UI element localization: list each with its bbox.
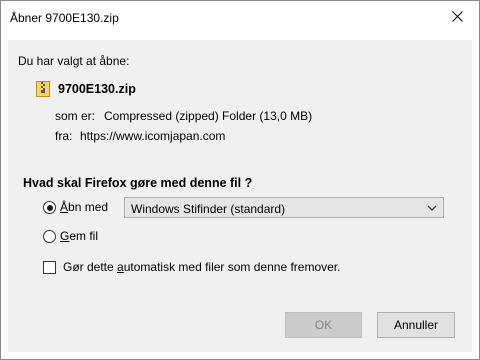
chevron-down-icon xyxy=(427,205,437,211)
file-type-value: Compressed (zipped) Folder (13,0 MB) xyxy=(104,109,313,123)
open-with-radio[interactable] xyxy=(43,201,56,214)
ok-button-label: OK xyxy=(314,318,333,332)
open-with-app-value: Windows Stifinder (standard) xyxy=(131,202,286,216)
auto-action-checkbox[interactable] xyxy=(43,261,56,274)
file-name: 9700E130.zip xyxy=(58,82,136,96)
window-title: Åbner 9700E130.zip xyxy=(10,11,119,25)
cancel-button[interactable]: Annuller xyxy=(377,312,455,338)
file-type-label: som er: xyxy=(55,109,96,123)
intro-text: Du har valgt at åbne: xyxy=(18,54,130,68)
open-with-label[interactable]: Åbn med xyxy=(60,200,108,214)
auto-action-label[interactable]: Gør dette automatisk med filer som denne… xyxy=(63,260,340,274)
zip-file-icon xyxy=(36,81,50,97)
cancel-button-label: Annuller xyxy=(393,318,439,332)
download-dialog: Åbner 9700E130.zip Du har valgt at åbne:… xyxy=(0,0,480,360)
save-file-radio[interactable] xyxy=(43,230,56,243)
ok-button[interactable]: OK xyxy=(285,312,362,338)
close-icon xyxy=(451,10,463,22)
action-question: Hvad skal Firefox gøre med denne fil ? xyxy=(23,176,253,190)
close-button[interactable] xyxy=(435,1,479,31)
file-source-label: fra: xyxy=(55,129,73,143)
open-with-app-dropdown[interactable]: Windows Stifinder (standard) xyxy=(124,197,444,218)
save-file-label[interactable]: Gem fil xyxy=(60,229,98,243)
file-source-value: https://www.icomjapan.com xyxy=(80,129,226,143)
title-bar[interactable]: Åbner 9700E130.zip xyxy=(1,1,479,33)
dialog-content: Du har valgt at åbne: 9700E130.zip som e… xyxy=(8,40,472,352)
